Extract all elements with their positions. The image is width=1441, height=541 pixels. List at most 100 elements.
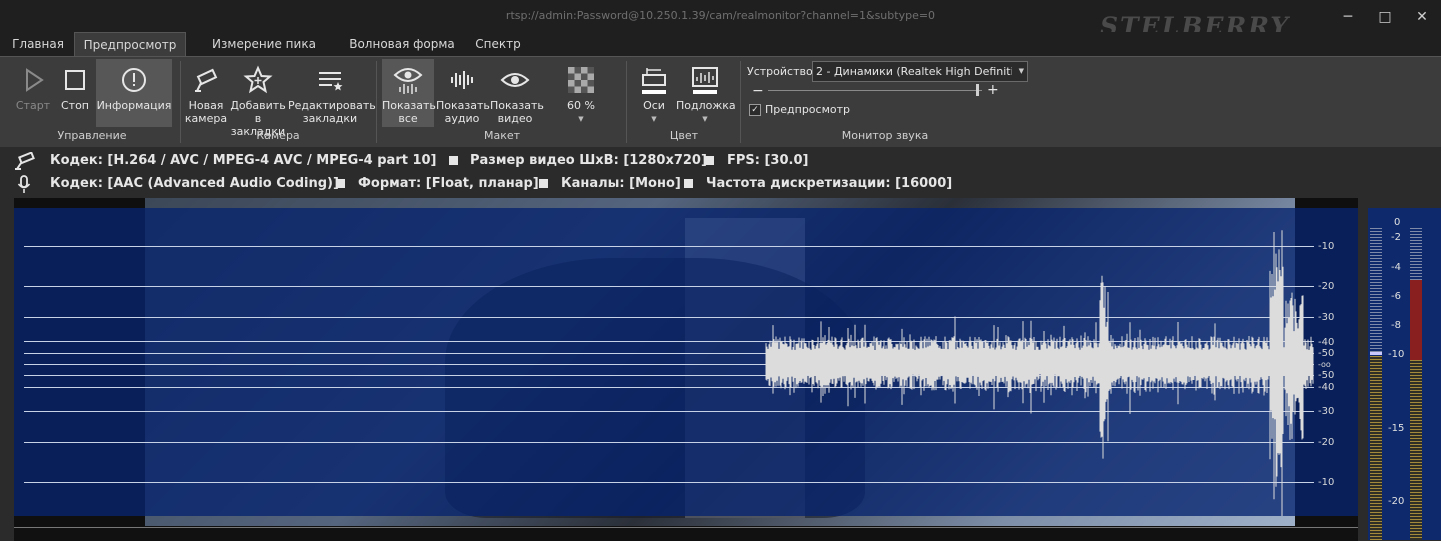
group-monitor-label: Монитор звука — [841, 129, 929, 142]
audio-sample-rate: Частота дискретизации: [16000] — [706, 176, 953, 191]
meter-tick: -6 — [1391, 291, 1401, 302]
meter-tick: -10 — [1388, 349, 1405, 360]
device-label: Устройство: — [747, 65, 817, 78]
show-video-label: Показать видео — [490, 99, 544, 125]
zoom-value: 60 % — [567, 99, 595, 112]
device-select-value: 2 - Динамики (Realtek High Definition — [816, 65, 1012, 78]
edit-bookmarks-button[interactable]: Редактировать закладки — [288, 59, 376, 127]
ribbon-panel: Старт Стоп Информация Управление Новая к… — [0, 56, 1441, 147]
audio-waveform — [765, 230, 1314, 516]
eye-wave-icon — [393, 68, 423, 94]
audio-channels: Каналы: [Моно] — [561, 176, 681, 191]
separator — [626, 61, 627, 143]
maximize-button[interactable]: □ — [1375, 8, 1395, 26]
play-icon — [26, 68, 44, 92]
ribbon-tabs: Главная Предпросмотр Измерение пика звук… — [0, 32, 1441, 75]
meter-fill-left — [1370, 356, 1382, 540]
audio-wave-icon — [451, 71, 473, 89]
preview-checkbox-label: Предпросмотр — [765, 103, 850, 116]
axes-label: Оси — [643, 99, 665, 112]
volume-plus-button[interactable]: + — [987, 82, 999, 98]
add-bookmark-button[interactable]: Добавить в закладки — [230, 59, 286, 138]
meter-peak-left — [1370, 352, 1382, 355]
meter-tick: 0 — [1394, 217, 1401, 228]
audio-codec: Кодек: [AAC (Advanced Audio Coding)] — [50, 176, 339, 191]
info-label: Информация — [96, 99, 172, 112]
bullet — [697, 153, 722, 168]
tab-main[interactable]: Главная — [8, 32, 68, 56]
group-camera-label: Камера — [256, 129, 300, 142]
show-audio-button[interactable]: Показать аудио — [436, 59, 490, 127]
underlay-color-dropdown[interactable]: Подложка ▼ — [676, 59, 736, 127]
eye-icon — [500, 73, 530, 87]
title-bar: rtsp://admin:Password@10.250.1.39/cam/re… — [0, 0, 1441, 41]
volume-slider-thumb[interactable] — [976, 84, 979, 96]
meter-tick: -20 — [1388, 496, 1405, 507]
group-color-label: Цвет — [669, 129, 699, 142]
meter-tick: -15 — [1388, 423, 1405, 434]
star-plus-icon — [243, 65, 273, 94]
list-star-icon — [319, 72, 343, 91]
tab-preview[interactable]: Предпросмотр — [74, 32, 186, 57]
preview-area: -10 -20 -30 -40 -50 -oo -50 -40 -30 -20 … — [14, 198, 1358, 540]
meter-fill-right — [1410, 360, 1422, 540]
show-video-button[interactable]: Показать видео — [490, 59, 544, 127]
tab-waveform[interactable]: Волновая форма — [346, 32, 458, 56]
minimize-button[interactable]: ─ — [1338, 8, 1358, 26]
tab-spectrum[interactable]: Спектр — [470, 32, 526, 56]
axes-color-dropdown[interactable]: Оси ▼ — [634, 59, 674, 127]
preview-checkbox[interactable]: ✓ — [749, 104, 761, 116]
stop-label: Стоп — [60, 99, 89, 112]
new-camera-button[interactable]: Новая камера — [184, 59, 228, 127]
meter-tick: -2 — [1391, 232, 1401, 243]
edit-bookmarks-label: Редактировать закладки — [288, 99, 376, 125]
start-label: Старт — [15, 99, 51, 112]
meter-tick: -8 — [1391, 320, 1401, 331]
checkerboard-icon — [568, 67, 594, 93]
camera-icon — [15, 152, 35, 170]
bullet — [328, 176, 353, 191]
show-all-button[interactable]: Показать все — [382, 59, 436, 127]
bullet — [441, 153, 466, 168]
separator — [376, 61, 377, 143]
video-size: Размер видео ШxВ: [1280x720] — [470, 153, 707, 168]
separator — [740, 61, 741, 143]
tab-peak-meter[interactable]: Измерение пика звука — [194, 32, 334, 75]
bullet — [531, 176, 556, 191]
waveform-panel: -10 -20 -30 -40 -50 -oo -50 -40 -30 -20 … — [14, 208, 1358, 516]
group-layout-label: Макет — [483, 129, 521, 142]
underlay-label: Подложка — [676, 99, 736, 112]
audio-info-row: Кодек: [AAC (Advanced Audio Coding)] Фор… — [0, 173, 1441, 195]
chevron-down-icon: ▼ — [1018, 67, 1024, 75]
video-fps: FPS: [30.0] — [727, 153, 809, 168]
timeline-strip[interactable] — [14, 527, 1358, 541]
stop-button[interactable]: Стоп — [56, 59, 94, 127]
info-button[interactable]: Информация — [96, 59, 172, 127]
chevron-down-icon: ▼ — [651, 115, 657, 123]
video-codec: Кодек: [H.264 / AVC / MPEG-4 AVC / MPEG-… — [50, 153, 437, 168]
video-info-row: Кодек: [H.264 / AVC / MPEG-4 AVC / MPEG-… — [0, 150, 1441, 172]
volume-slider-track[interactable] — [768, 90, 982, 91]
underlay-icon — [692, 67, 718, 94]
level-meter: 0 -2 -4 -6 -8 -10 -15 -20 — [1368, 208, 1441, 540]
show-all-label: Показать все — [382, 99, 436, 125]
new-camera-label: Новая камера — [184, 99, 228, 125]
group-control-label: Управление — [57, 129, 127, 142]
close-button[interactable]: ✕ — [1412, 8, 1432, 26]
device-select[interactable]: 2 - Динамики (Realtek High Definition ▼ — [812, 61, 1028, 82]
meter-red-zone — [1410, 280, 1422, 360]
show-audio-label: Показать аудио — [436, 99, 490, 125]
meter-tick: -4 — [1391, 262, 1401, 273]
chevron-down-icon: ▼ — [702, 115, 708, 123]
separator — [180, 61, 181, 143]
start-button[interactable]: Старт — [12, 59, 54, 127]
stop-icon — [65, 70, 85, 90]
axes-icon — [642, 68, 666, 94]
chevron-down-icon: ▼ — [578, 115, 584, 123]
microphone-icon — [17, 175, 31, 193]
camera-icon — [195, 68, 218, 92]
info-icon — [122, 68, 146, 92]
zoom-dropdown[interactable]: 60 % ▼ — [556, 59, 606, 127]
bullet — [676, 176, 701, 191]
volume-minus-button[interactable]: − — [752, 83, 764, 99]
